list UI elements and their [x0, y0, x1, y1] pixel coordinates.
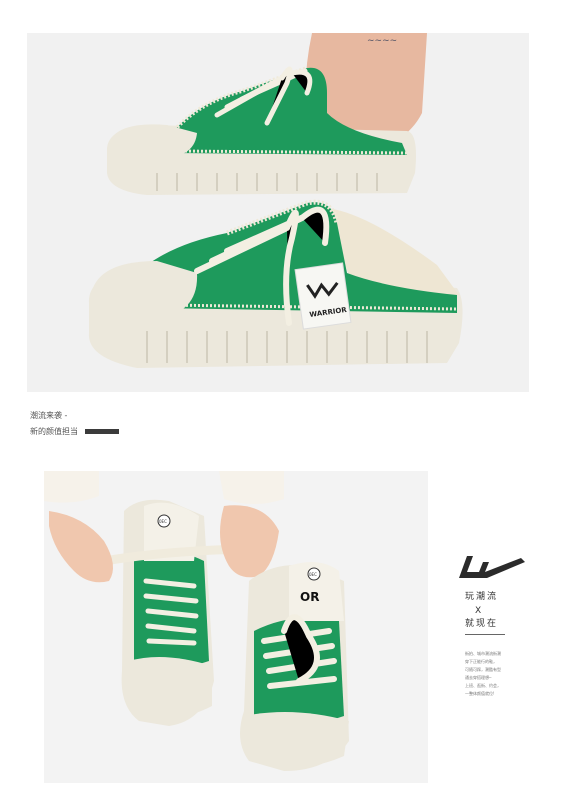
right-shoe-toecap: [244, 712, 349, 768]
slogan-x: X: [475, 606, 482, 616]
side-divider: [465, 634, 505, 635]
side-paragraph-line: 通去穿搭理想─: [465, 675, 492, 680]
left-insole-size-mark: 0EC: [159, 519, 167, 524]
brand-logo-icon: [459, 556, 525, 578]
side-paragraph-line: 可随可踩，潮酷有型: [465, 667, 501, 672]
caption-accent-bar: [85, 429, 119, 434]
detail-product-photo: 0EC 0EC OR: [44, 471, 428, 783]
side-paragraph-line: 上班、逛街、约会，: [465, 683, 501, 688]
ankle-tattoo: ~~~~: [367, 36, 397, 46]
right-insole-size-mark: 0EC: [309, 572, 317, 577]
front-shoe-tag: [294, 262, 352, 330]
right-sleeve: [219, 471, 284, 504]
left-shoe-toecap: [129, 657, 212, 718]
detail-illustration: 0EC 0EC OR: [44, 471, 428, 783]
caption-line-2: 新的颜值担当: [30, 427, 78, 436]
right-insole-brand-mark: OR: [300, 590, 319, 604]
side-paragraph-line: 街拍、城市潮流街潮: [465, 651, 501, 656]
slogan-line-1: 玩潮流: [465, 592, 499, 602]
slogan-line-2: 就现在: [465, 619, 499, 629]
side-paragraph-line: 穿下正能行的鞋，: [465, 659, 497, 664]
left-sleeve: [44, 471, 99, 503]
caption-line-1: 潮流来袭 -: [30, 411, 68, 420]
hero-illustration: ~~~~ WARRIOR: [27, 33, 529, 392]
hero-product-photo: ~~~~ WARRIOR: [27, 33, 529, 392]
left-shoe-upper: [134, 551, 209, 669]
side-paragraph-line: 一整体颜值就位!: [465, 691, 495, 696]
